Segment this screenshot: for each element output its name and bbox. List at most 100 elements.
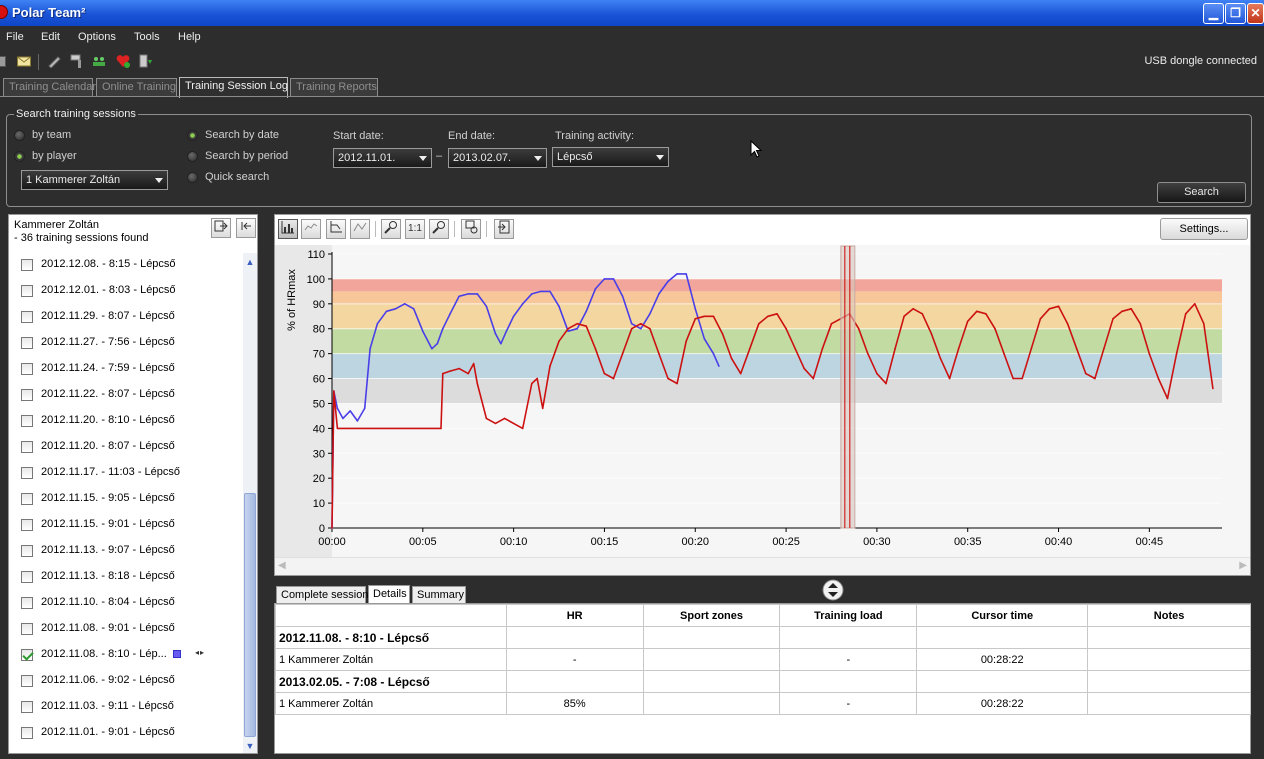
session-list-item[interactable]: 2012.11.13. - 8:18 - Lépcső — [21, 567, 239, 587]
session-checkbox[interactable] — [21, 389, 33, 401]
line-view-button[interactable] — [301, 219, 321, 239]
session-list-item[interactable]: 2012.12.01. - 8:03 - Lépcső — [21, 281, 239, 301]
menu-tools[interactable]: Tools — [134, 31, 160, 43]
zoom-out-button[interactable] — [429, 219, 449, 239]
search-by-date-radio[interactable] — [187, 130, 198, 141]
session-checkbox[interactable] — [21, 727, 33, 739]
tab-training-session-log[interactable]: Training Session Log — [179, 77, 288, 98]
by-team-radio[interactable] — [14, 130, 25, 141]
zoom-reset-button[interactable]: 1:1 — [405, 219, 425, 239]
search-by-period-radio[interactable] — [187, 151, 198, 162]
hr-series-point — [349, 410, 351, 412]
search-button[interactable]: Search — [1157, 182, 1246, 203]
session-checkbox[interactable] — [21, 415, 33, 427]
tab-details[interactable]: Details — [368, 585, 410, 604]
tab-training-calendar[interactable]: Training Calendar — [3, 78, 96, 96]
mail-icon[interactable] — [17, 54, 31, 68]
export-chart-button[interactable] — [494, 219, 514, 239]
session-list-item[interactable]: 2012.11.17. - 11:03 - Lépcső — [21, 463, 239, 483]
session-list-item[interactable]: 2012.11.08. - 8:10 - Lép... ◂▸ — [21, 645, 239, 665]
download-icon[interactable] — [139, 54, 153, 68]
menu-edit[interactable]: Edit — [41, 31, 60, 43]
session-checkbox[interactable] — [21, 701, 33, 713]
session-list-item[interactable]: 2012.11.06. - 9:02 - Lépcső — [21, 671, 239, 691]
end-date-picker[interactable]: 2013.02.07. — [448, 148, 547, 168]
session-checkbox[interactable] — [21, 363, 33, 375]
by-player-radio[interactable] — [14, 151, 25, 162]
session-checkbox[interactable] — [21, 311, 33, 323]
scroll-down-icon[interactable]: ▼ — [243, 739, 257, 753]
close-button[interactable]: ✕ — [1247, 3, 1264, 24]
session-list-item[interactable]: 2012.12.08. - 8:15 - Lépcső — [21, 255, 239, 275]
minimize-button[interactable]: ▁ — [1203, 3, 1224, 24]
scroll-thumb[interactable] — [244, 493, 256, 737]
session-list-item[interactable]: 2012.11.10. - 8:04 - Lépcső — [21, 593, 239, 613]
start-date-picker[interactable]: 2012.11.01. — [333, 148, 432, 168]
session-checkbox[interactable] — [21, 441, 33, 453]
tab-online-training[interactable]: Online Training — [96, 78, 177, 96]
collapse-panel-button[interactable] — [236, 218, 256, 238]
session-list-item[interactable]: 2012.11.20. - 8:10 - Lépcső — [21, 411, 239, 431]
menu-help[interactable]: Help — [178, 31, 201, 43]
zoom-in-button[interactable] — [381, 219, 401, 239]
session-checkbox[interactable] — [21, 493, 33, 505]
pen-icon[interactable] — [47, 54, 61, 68]
session-checkbox[interactable] — [21, 597, 33, 609]
table-group-row[interactable]: 2013.02.05. - 7:08 - Lépcső — [275, 670, 1251, 693]
menu-file[interactable]: File — [6, 31, 24, 43]
session-list-item[interactable]: 2012.11.15. - 9:01 - Lépcső — [21, 515, 239, 535]
tab-training-reports[interactable]: Training Reports — [290, 78, 378, 96]
hr-chart[interactable]: 0 10 20 30 40 50 60 70 80 90 100 110 00:00 00:05 00:10… — [275, 245, 1250, 557]
restore-button[interactable]: ❐ — [1225, 3, 1246, 24]
session-list-item[interactable]: 2012.11.20. - 8:07 - Lépcső — [21, 437, 239, 457]
tool-icon[interactable] — [70, 54, 84, 68]
print-icon[interactable] — [0, 56, 6, 67]
hr-cell: 85% — [505, 692, 644, 715]
menu-options[interactable]: Options — [78, 31, 116, 43]
marker-button[interactable] — [461, 219, 481, 239]
session-checkbox[interactable] — [21, 571, 33, 583]
axis-view-button[interactable] — [326, 219, 346, 239]
session-list-item[interactable]: 2012.11.01. - 9:01 - Lépcső — [21, 723, 239, 743]
chart-horizontal-scrollbar[interactable]: ◀ ▶ — [275, 557, 1250, 575]
session-checkbox[interactable] — [21, 259, 33, 271]
session-checkbox[interactable] — [21, 675, 33, 687]
export-sessions-button[interactable] — [211, 218, 231, 238]
session-list-item[interactable]: 2012.11.08. - 9:01 - Lépcső — [21, 619, 239, 639]
heart-sync-icon[interactable] — [116, 54, 130, 68]
session-list-item[interactable]: 2012.11.27. - 7:56 - Lépcső — [21, 333, 239, 353]
session-list-item[interactable]: 2012.11.24. - 7:59 - Lépcső — [21, 359, 239, 379]
tab-summary[interactable]: Summary — [412, 586, 466, 603]
hr-series-point — [1066, 322, 1069, 325]
table-group-row[interactable]: 2012.11.08. - 8:10 - Lépcső — [275, 626, 1251, 649]
session-list-item[interactable]: 2012.11.13. - 9:07 - Lépcső — [21, 541, 239, 561]
training-activity-select[interactable]: Lépcső — [552, 147, 669, 167]
session-checkbox[interactable] — [21, 285, 33, 297]
player-select[interactable]: 1 Kammerer Zoltán — [21, 170, 168, 190]
quick-search-radio[interactable] — [187, 172, 198, 183]
team-icon[interactable] — [92, 54, 106, 68]
session-checkbox[interactable] — [21, 519, 33, 531]
scroll-up-icon[interactable]: ▲ — [243, 255, 257, 269]
session-checkbox[interactable] — [21, 467, 33, 479]
bar-chart-view-button[interactable] — [278, 219, 298, 239]
session-checkbox[interactable] — [21, 545, 33, 557]
scroll-left-icon[interactable]: ◀ — [278, 560, 286, 571]
session-checkbox[interactable] — [21, 623, 33, 635]
notes-cell[interactable] — [1087, 692, 1251, 715]
tab-complete-session[interactable]: Complete session — [276, 586, 368, 603]
session-list-scrollbar[interactable]: ▲ ▼ — [243, 253, 257, 753]
session-list-item[interactable]: 2012.11.22. - 8:07 - Lépcső — [21, 385, 239, 405]
session-nav-arrows-icon[interactable]: ◂▸ — [195, 648, 205, 657]
session-list-item[interactable]: 2012.11.29. - 8:07 - Lépcső — [21, 307, 239, 327]
session-list-item[interactable]: 2012.11.15. - 9:05 - Lépcső — [21, 489, 239, 509]
scroll-right-icon[interactable]: ▶ — [1239, 560, 1247, 571]
settings-button[interactable]: Settings... — [1160, 218, 1248, 240]
session-checkbox[interactable] — [21, 649, 33, 661]
session-checkbox[interactable] — [21, 337, 33, 349]
session-list-item[interactable]: 2012.11.03. - 9:11 - Lépcső — [21, 697, 239, 717]
table-row[interactable]: 1 Kammerer Zoltán 85% - 00:28:22 — [275, 692, 1251, 715]
curve-view-button[interactable] — [350, 219, 370, 239]
notes-cell[interactable] — [1087, 648, 1251, 671]
table-row[interactable]: 1 Kammerer Zoltán - - 00:28:22 — [275, 648, 1251, 671]
